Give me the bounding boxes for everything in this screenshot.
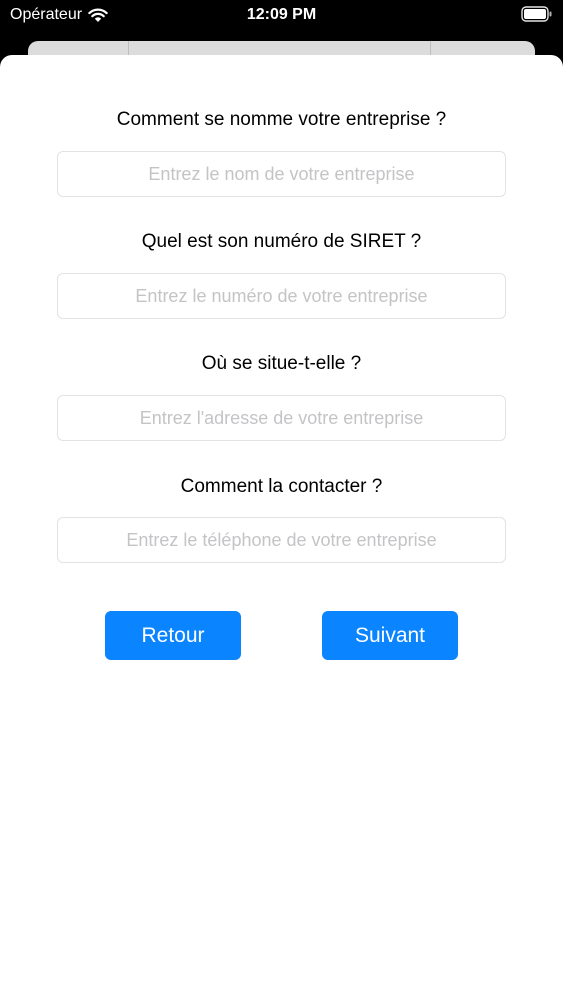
siret-input[interactable] xyxy=(57,273,506,319)
company-form-sheet: Comment se nomme votre entreprise ? Quel… xyxy=(0,55,563,1000)
back-button[interactable]: Retour xyxy=(105,611,241,660)
address-input[interactable] xyxy=(57,395,506,441)
status-time: 12:09 PM xyxy=(246,6,317,23)
question-contact: Comment la contacter ? xyxy=(180,476,383,497)
status-bar: Opérateur 12:09 PM xyxy=(0,0,563,34)
question-company-name: Comment se nomme votre entreprise ? xyxy=(116,109,447,130)
question-siret: Quel est son numéro de SIRET ? xyxy=(141,231,422,252)
battery-icon xyxy=(521,6,552,22)
question-address: Où se situe-t-elle ? xyxy=(201,353,362,374)
company-name-input[interactable] xyxy=(57,151,506,197)
phone-input[interactable] xyxy=(57,517,506,563)
next-button[interactable]: Suivant xyxy=(322,611,458,660)
